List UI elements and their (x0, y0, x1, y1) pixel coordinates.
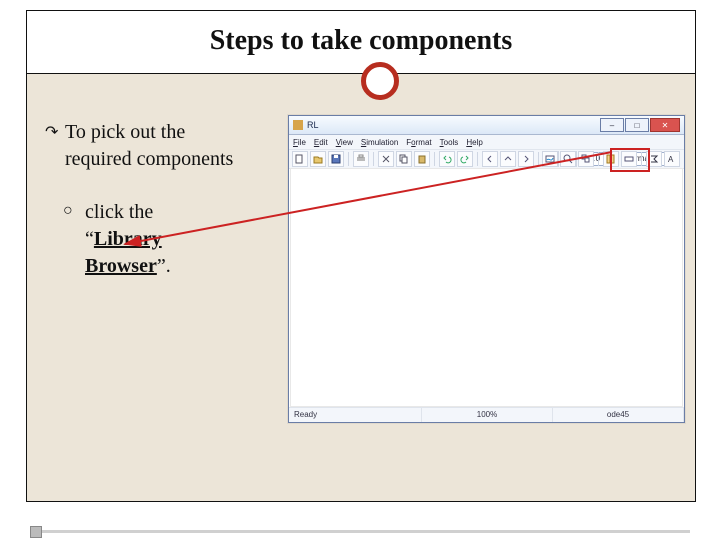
title-band: Steps to take components (27, 11, 695, 74)
toolbar-cut-icon[interactable] (378, 151, 394, 167)
svg-text:A: A (668, 155, 674, 164)
bottom-scrubber (0, 522, 720, 540)
app-window: RL – □ ✕ File Edit View Simulation Forma… (288, 115, 685, 423)
app-icon (293, 120, 303, 130)
toolbar-right-group: A (542, 152, 680, 166)
toolbar-sigma-icon[interactable] (646, 151, 662, 167)
toolbar-model-icon[interactable] (621, 151, 637, 167)
menu-view[interactable]: View (336, 138, 353, 147)
toolbar-print-icon[interactable] (353, 151, 369, 167)
canvas-area[interactable] (290, 168, 683, 407)
toolbar-stack-icon[interactable] (578, 151, 594, 167)
app-title: RL (307, 120, 319, 130)
slide: Steps to take components ↷ To pick out t… (0, 0, 720, 540)
bullet-level2: ○ click the “Library Browser”. (45, 199, 265, 280)
toolbar-zoom-icon[interactable] (560, 151, 576, 167)
bullet1-line-b: required components (65, 148, 233, 170)
page-title: Steps to take components (27, 11, 695, 71)
close-button[interactable]: ✕ (650, 118, 680, 132)
titlebar: RL – □ ✕ (289, 116, 684, 135)
menu-file[interactable]: File (293, 138, 306, 147)
toolbar-save-icon[interactable] (328, 151, 344, 167)
toolbar-up-icon[interactable] (500, 151, 516, 167)
toolbar-undo-icon[interactable] (439, 151, 455, 167)
toolbar-paste-icon[interactable] (414, 151, 430, 167)
menubar: File Edit View Simulation Format Tools H… (289, 135, 684, 150)
sub-browser: Browser (85, 255, 157, 277)
toolbar-back-icon[interactable] (482, 151, 498, 167)
slide-inner: Steps to take components ↷ To pick out t… (26, 10, 696, 502)
maximize-button[interactable]: □ (625, 118, 649, 132)
sub-quote-open: “ (85, 228, 94, 250)
status-zoom: 100% (422, 408, 553, 422)
toolbar-fwd-icon[interactable] (518, 151, 534, 167)
library-browser-button[interactable] (603, 151, 619, 167)
accent-ring-icon (361, 62, 399, 100)
toolbar-scope-icon[interactable] (542, 151, 558, 167)
arrow-bullet-icon: ↷ (45, 122, 58, 144)
toolbar-a-icon[interactable]: A (664, 151, 680, 167)
scrubber-thumb[interactable] (30, 526, 42, 538)
status-solver: ode45 (553, 408, 684, 422)
toolbar-redo-icon[interactable] (457, 151, 473, 167)
menu-tools[interactable]: Tools (440, 138, 459, 147)
statusbar: Ready 100% ode45 (289, 407, 684, 422)
menu-simulation[interactable]: Simulation (361, 138, 398, 147)
sub-quote-close: ”. (157, 255, 171, 277)
minimize-button[interactable]: – (600, 118, 624, 132)
sub-library: Library (94, 228, 162, 250)
toolbar-open-icon[interactable] (310, 151, 326, 167)
toolbar-copy-icon[interactable] (396, 151, 412, 167)
circle-bullet-icon: ○ (63, 200, 73, 222)
bullet1-line-a: To pick out the (65, 121, 185, 143)
status-ready: Ready (289, 408, 422, 422)
bullet-level1: ↷ To pick out the required components (45, 119, 295, 173)
menu-edit[interactable]: Edit (314, 138, 328, 147)
sub-lead: click the (85, 201, 153, 223)
toolbar-new-icon[interactable] (292, 151, 308, 167)
menu-format[interactable]: Format (406, 138, 431, 147)
menu-help[interactable]: Help (466, 138, 482, 147)
